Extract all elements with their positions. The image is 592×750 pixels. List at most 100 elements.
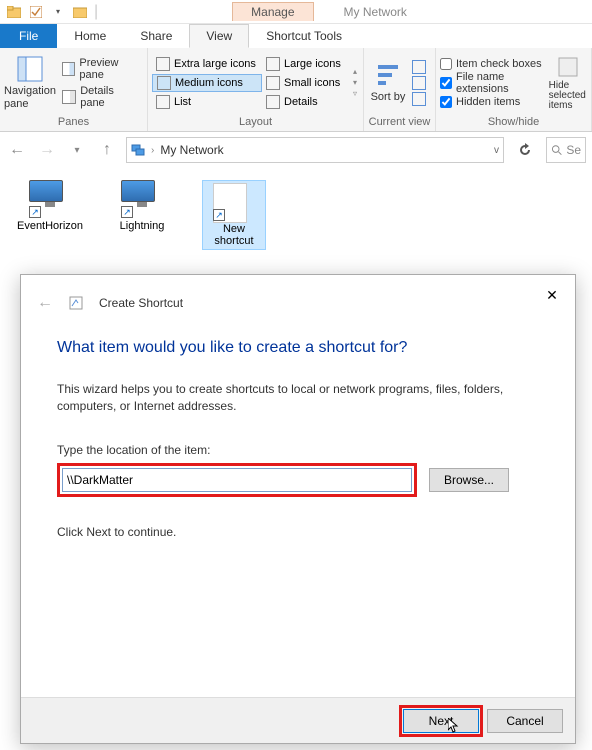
details-pane-label: Details pane <box>80 85 141 109</box>
create-shortcut-wizard: ← Create Shortcut ✕ What item would you … <box>20 274 576 744</box>
hide-selected-button[interactable]: Hide selected items <box>549 55 587 111</box>
continue-hint: Click Next to continue. <box>57 525 539 539</box>
window-title: My Network <box>344 5 407 19</box>
tab-file[interactable]: File <box>0 24 57 48</box>
address-bar-row: ← → ▾ ↑ › My Network v Se <box>0 132 592 168</box>
shortcut-overlay-icon: ↗ <box>121 206 133 218</box>
details-icon <box>266 95 280 109</box>
search-icon <box>551 144 562 156</box>
blank-file-icon: ↗ <box>213 183 255 221</box>
address-bar[interactable]: › My Network v <box>126 137 504 163</box>
hidden-items-toggle[interactable]: Hidden items <box>440 93 545 111</box>
address-dropdown-icon[interactable]: v <box>494 145 499 156</box>
hide-selected-label: Hide selected items <box>549 81 587 111</box>
wizard-back-button: ← <box>37 294 53 312</box>
cancel-button[interactable]: Cancel <box>487 709 563 733</box>
tab-shortcut-tools[interactable]: Shortcut Tools <box>249 24 359 48</box>
layout-group-label: Layout <box>152 115 359 129</box>
layout-large-icons[interactable]: Large icons <box>262 55 346 73</box>
item-check-boxes-checkbox[interactable] <box>440 58 452 70</box>
tab-share[interactable]: Share <box>123 24 189 48</box>
list-item-selected[interactable]: ↗ New shortcut <box>202 180 266 250</box>
wizard-description: This wizard helps you to create shortcut… <box>57 381 539 415</box>
path-chevron-icon[interactable]: › <box>151 145 154 156</box>
xl-icons-icon <box>156 57 170 71</box>
hidden-items-checkbox[interactable] <box>440 96 452 108</box>
size-columns-icon[interactable] <box>412 92 426 106</box>
ribbon-group-layout: Extra large icons Large icons Medium ico… <box>148 48 364 131</box>
list-item[interactable]: ↗ EventHorizon <box>18 180 82 250</box>
layout-expand-icon[interactable]: ▿ <box>353 89 357 98</box>
layout-scroll-up-icon[interactable]: ▴ <box>353 67 357 76</box>
wizard-close-button[interactable]: ✕ <box>537 283 567 307</box>
recent-locations-button[interactable]: ▾ <box>66 139 88 161</box>
forward-button[interactable]: → <box>36 139 58 161</box>
qat-dropdown-icon[interactable]: ▾ <box>50 4 66 20</box>
large-icons-label: Large icons <box>284 58 341 70</box>
up-button[interactable]: ↑ <box>96 139 118 161</box>
layout-small-icons[interactable]: Small icons <box>262 74 346 92</box>
group-by-icon[interactable] <box>412 60 426 74</box>
layout-details[interactable]: Details <box>262 93 346 111</box>
back-button[interactable]: ← <box>6 139 28 161</box>
network-icon <box>131 144 145 156</box>
address-path: My Network <box>160 143 488 157</box>
search-placeholder: Se <box>566 143 581 157</box>
add-columns-icon[interactable] <box>412 76 426 90</box>
file-list: ↗ EventHorizon ↗ Lightning ↗ New shortcu… <box>0 168 592 262</box>
small-icons-icon <box>266 76 280 90</box>
window-titlebar: ▾ | Manage My Network <box>0 0 592 24</box>
layout-extra-large-icons[interactable]: Extra large icons <box>152 55 262 73</box>
layout-medium-icons[interactable]: Medium icons <box>152 74 262 92</box>
refresh-button[interactable] <box>512 137 538 163</box>
details-label: Details <box>284 96 318 108</box>
shortcut-overlay-icon: ↗ <box>213 209 225 221</box>
layout-scroll-down-icon[interactable]: ▾ <box>353 78 357 87</box>
layout-list[interactable]: List <box>152 93 262 111</box>
computer-icon: ↗ <box>121 180 163 218</box>
item-label: New shortcut <box>205 223 263 247</box>
next-button[interactable]: Next <box>403 709 479 733</box>
location-label: Type the location of the item: <box>57 443 539 457</box>
ribbon-group-panes: Navigation pane Preview pane Details pan… <box>0 48 148 131</box>
list-label: List <box>174 96 191 108</box>
wizard-heading: What item would you like to create a sho… <box>57 339 539 357</box>
location-input[interactable] <box>62 468 412 492</box>
shortcut-overlay-icon: ↗ <box>29 206 41 218</box>
medium-icons-icon <box>157 76 171 90</box>
file-name-extensions-toggle[interactable]: File name extensions <box>440 74 545 92</box>
list-icon <box>156 95 170 109</box>
tab-home[interactable]: Home <box>57 24 123 48</box>
navigation-pane-button[interactable]: Navigation pane <box>4 50 56 115</box>
medium-icons-label: Medium icons <box>175 77 243 89</box>
preview-pane-button[interactable]: Preview pane <box>60 56 143 82</box>
item-label: Lightning <box>120 220 165 232</box>
details-pane-button[interactable]: Details pane <box>60 84 143 110</box>
navigation-pane-label: Navigation pane <box>4 85 56 109</box>
sort-by-button[interactable]: Sort by <box>368 50 408 115</box>
ribbon-group-current-view: Sort by Current view <box>364 48 436 131</box>
preview-pane-icon <box>62 62 75 76</box>
current-view-group-label: Current view <box>368 115 431 129</box>
separator: | <box>94 3 98 21</box>
search-box[interactable]: Se <box>546 137 586 163</box>
quick-access-toolbar: ▾ | <box>0 3 104 21</box>
ribbon: Navigation pane Preview pane Details pan… <box>0 48 592 132</box>
wizard-header: ← Create Shortcut ✕ <box>21 275 575 331</box>
file-ext-checkbox[interactable] <box>440 77 452 89</box>
browse-button[interactable]: Browse... <box>429 468 509 492</box>
next-button-label: Next <box>429 714 454 728</box>
hidden-items-label: Hidden items <box>456 96 520 108</box>
details-pane-icon <box>62 90 76 104</box>
preview-pane-label: Preview pane <box>79 57 141 81</box>
location-input-highlight <box>57 463 417 497</box>
small-icons-label: Small icons <box>284 77 340 89</box>
checkbox-icon[interactable] <box>28 4 44 20</box>
list-item[interactable]: ↗ Lightning <box>110 180 174 250</box>
folder-icon <box>6 4 22 20</box>
xl-icons-label: Extra large icons <box>174 58 256 70</box>
tab-view[interactable]: View <box>189 24 249 48</box>
computer-icon: ↗ <box>29 180 71 218</box>
contextual-tab-manage[interactable]: Manage <box>232 2 313 21</box>
wizard-title: Create Shortcut <box>99 296 183 310</box>
